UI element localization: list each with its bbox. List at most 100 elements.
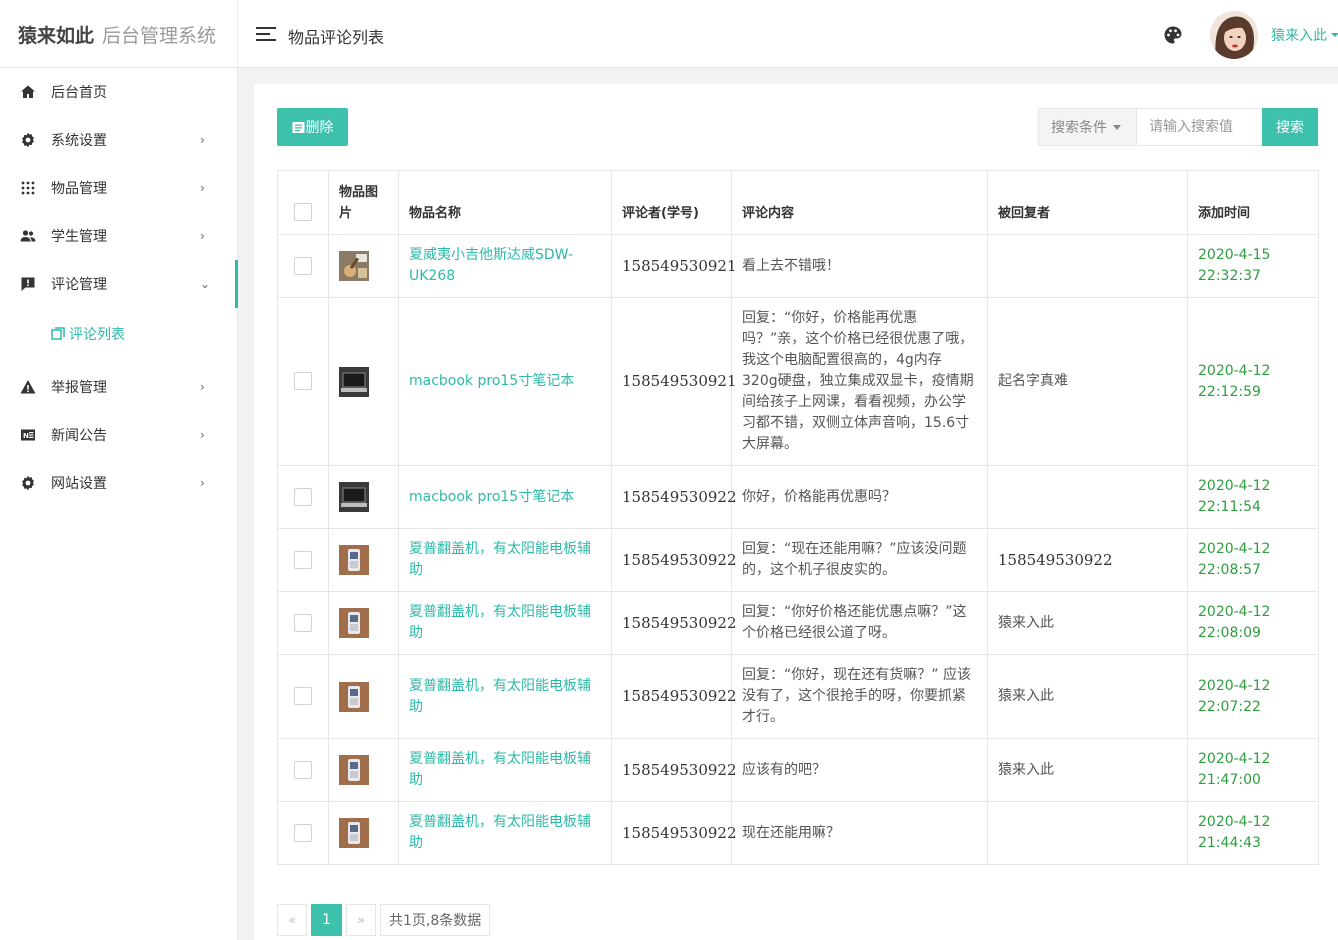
chevron-down-icon[interactable] — [1331, 33, 1338, 37]
commenter-id: 158549530921 — [611, 234, 737, 298]
table-row: 夏普翻盖机，有太阳能电板辅助 158549530922 回复：“你好价格还能优惠… — [277, 591, 1319, 655]
chevron-right-icon: › — [200, 229, 205, 243]
added-date: 2020-4-12 — [1198, 751, 1271, 767]
item-name[interactable]: 夏威夷小吉他斯达威SDW-UK268 — [398, 234, 612, 298]
gear-icon — [22, 132, 34, 148]
comment-content: 你好，价格能再优惠吗？ — [731, 465, 988, 529]
column-header-image: 物品图片 — [328, 170, 399, 235]
row-checkbox[interactable] — [294, 613, 312, 632]
delete-icon — [292, 121, 304, 133]
item-name[interactable]: macbook pro15寸笔记本 — [398, 297, 612, 466]
row-checkbox[interactable] — [294, 487, 312, 506]
sidebar-subitem-label: 评论列表 — [69, 327, 125, 343]
row-select-cell — [277, 465, 329, 529]
row-checkbox[interactable] — [294, 760, 312, 779]
row-checkbox[interactable] — [294, 256, 312, 275]
pagination: « 1 » 共1页,8条数据 — [277, 904, 494, 936]
sidebar-item-label: 网站设置 — [51, 476, 107, 492]
chevron-down-icon: ⌄ — [200, 277, 211, 291]
added-clock: 21:44:43 — [1198, 835, 1261, 851]
item-name[interactable]: 夏普翻盖机，有太阳能电板辅助 — [398, 528, 612, 592]
added-date: 2020-4-12 — [1198, 677, 1271, 694]
item-thumbnail[interactable] — [339, 681, 369, 712]
content-card: 删除 搜索条件 搜索 物品图片 物品名称 评论者(学号) 评论内容 被回复者 添… — [254, 84, 1338, 940]
reply-to: 猿来入此 — [987, 654, 1188, 739]
sidebar-item-home[interactable]: 后台首页 — [0, 68, 238, 116]
added-clock: 22:08:57 — [1198, 562, 1261, 578]
added-time: 2020-4-15 22:32:37 — [1187, 234, 1319, 298]
brand-logo: 猿来如此 后台管理系统 — [0, 0, 238, 68]
search-button[interactable]: 搜索 — [1262, 108, 1318, 146]
item-name[interactable]: 夏普翻盖机，有太阳能电板辅助 — [398, 591, 612, 655]
row-checkbox[interactable] — [294, 687, 312, 705]
reply-to: 158549530922 — [987, 528, 1188, 592]
chevron-right-icon: › — [200, 476, 205, 490]
comments-table: 物品图片 物品名称 评论者(学号) 评论内容 被回复者 添加时间 夏威夷小吉他斯… — [277, 170, 1319, 865]
row-select-cell — [277, 234, 329, 298]
added-date: 2020-4-12 — [1198, 541, 1271, 557]
news-icon: N — [21, 429, 35, 441]
item-thumbnail[interactable] — [339, 545, 369, 575]
table-row: macbook pro15寸笔记本 158549530921 回复：“你好，价格… — [277, 297, 1319, 466]
page-button-current[interactable]: 1 — [311, 904, 342, 936]
added-time: 2020-4-12 21:47:00 — [1187, 738, 1319, 802]
delete-button[interactable]: 删除 — [277, 108, 348, 146]
reply-to: 猿来入此 — [987, 738, 1188, 802]
added-time: 2020-4-12 22:12:59 — [1187, 297, 1319, 466]
comment-content: 回复：“你好，价格能再优惠吗？”亲，这个价格已经很优惠了哦，我这个电脑配置很高的… — [731, 297, 988, 466]
item-image-cell — [328, 738, 399, 802]
row-select-cell — [277, 297, 329, 466]
item-name[interactable]: macbook pro15寸笔记本 — [398, 465, 612, 529]
reply-to: 猿来入此 — [987, 591, 1188, 655]
chevron-down-icon — [1113, 124, 1121, 130]
reply-to — [987, 234, 1188, 298]
item-image-cell — [328, 528, 399, 592]
palette-icon[interactable] — [1163, 25, 1183, 45]
next-page-button[interactable]: » — [346, 904, 376, 936]
sidebar-item-label: 物品管理 — [51, 181, 107, 197]
sidebar-item-students[interactable]: 学生管理 › — [0, 212, 238, 260]
item-thumbnail[interactable] — [339, 482, 369, 512]
row-checkbox[interactable] — [294, 550, 312, 569]
item-image-cell — [328, 801, 399, 865]
item-name[interactable]: 夏普翻盖机，有太阳能电板辅助 — [398, 738, 612, 802]
item-thumbnail[interactable] — [339, 366, 369, 397]
search-condition-select[interactable]: 搜索条件 — [1038, 108, 1137, 146]
comment-content: 回复：“你好价格还能优惠点嘛？”这个价格已经很公道了呀。 — [731, 591, 988, 655]
grid-icon — [21, 181, 35, 195]
item-name[interactable]: 夏普翻盖机，有太阳能电板辅助 — [398, 801, 612, 865]
avatar[interactable] — [1210, 11, 1258, 59]
row-checkbox[interactable] — [294, 372, 312, 390]
sidebar-item-comments[interactable]: 评论管理 ⌄ — [0, 260, 238, 308]
search-input[interactable] — [1137, 108, 1263, 146]
chevron-right-icon: › — [200, 380, 205, 394]
sidebar-item-label: 学生管理 — [51, 229, 107, 245]
item-thumbnail[interactable] — [339, 755, 369, 785]
sidebar-subitem-comment-list[interactable]: 评论列表 — [0, 308, 238, 360]
sidebar-item-reports[interactable]: 举报管理 › — [0, 363, 238, 411]
comment-icon — [21, 277, 35, 291]
select-all-checkbox[interactable] — [294, 202, 312, 221]
sidebar-item-site-settings[interactable]: 网站设置 › — [0, 459, 238, 507]
item-image-cell — [328, 591, 399, 655]
user-name[interactable]: 猿来入此 — [1271, 25, 1327, 45]
sidebar-item-label: 评论管理 — [51, 277, 107, 293]
added-date: 2020-4-12 — [1198, 478, 1271, 494]
row-checkbox[interactable] — [294, 823, 312, 842]
comment-content: 看上去不错哦！ — [731, 234, 988, 298]
item-name[interactable]: 夏普翻盖机，有太阳能电板辅助 — [398, 654, 612, 739]
sidebar-item-system-settings[interactable]: 系统设置 › — [0, 116, 238, 164]
item-thumbnail[interactable] — [339, 818, 369, 848]
sidebar-item-goods[interactable]: 物品管理 › — [0, 164, 238, 212]
menu-toggle-icon[interactable] — [256, 27, 276, 43]
prev-page-button[interactable]: « — [277, 904, 307, 936]
item-thumbnail[interactable] — [339, 608, 369, 638]
added-clock: 22:32:37 — [1198, 268, 1261, 284]
top-header: 猿来如此 后台管理系统 物品评论列表 猿来入此 — [0, 0, 1338, 68]
column-header-commenter: 评论者(学号) — [611, 170, 732, 235]
table-row: macbook pro15寸笔记本 158549530922 你好，价格能再优惠… — [277, 465, 1319, 529]
commenter-id: 158549530922 — [611, 465, 737, 529]
sidebar-item-label: 举报管理 — [51, 380, 107, 396]
item-thumbnail[interactable] — [339, 251, 369, 281]
sidebar-item-news[interactable]: N 新闻公告 › — [0, 411, 238, 459]
